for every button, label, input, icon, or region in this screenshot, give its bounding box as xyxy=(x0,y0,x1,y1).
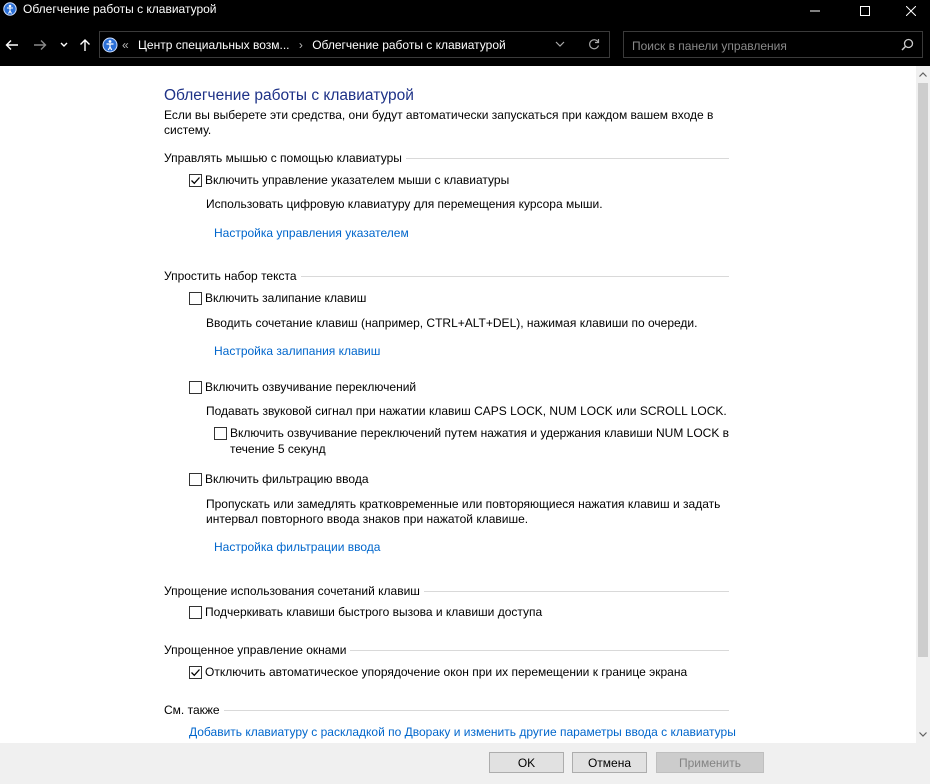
scroll-up-button[interactable] xyxy=(916,66,930,83)
section-header-see-also: См. также xyxy=(164,703,729,717)
breadcrumb-overflow-icon[interactable]: « xyxy=(122,38,129,52)
section-header-typing: Упростить набор текста xyxy=(164,269,729,283)
mouse-keys-settings-link[interactable]: Настройка управления указателем xyxy=(214,226,409,240)
vertical-scrollbar[interactable] xyxy=(916,66,930,743)
prevent-window-arrange-checkbox[interactable] xyxy=(189,666,202,679)
search-icon[interactable] xyxy=(901,38,914,54)
toggle-keys-numlock-checkbox[interactable] xyxy=(214,427,227,440)
search-input[interactable] xyxy=(630,36,894,55)
minimize-button[interactable] xyxy=(792,0,838,22)
address-bar[interactable]: « Центр специальных возм... › Облегчение… xyxy=(99,31,610,58)
scroll-down-button[interactable] xyxy=(916,726,930,743)
toggle-keys-numlock-label[interactable]: течение 5 секунд xyxy=(230,442,326,456)
mouse-keys-checkbox[interactable] xyxy=(189,174,202,187)
ok-button[interactable]: OK xyxy=(489,752,564,773)
address-dropdown-button[interactable] xyxy=(548,32,572,56)
filter-keys-checkbox[interactable] xyxy=(189,473,202,486)
control-panel-icon xyxy=(102,37,118,53)
page-title: Облегчение работы с клавиатурой xyxy=(164,87,414,104)
filter-keys-description: интервал повторного ввода знаков при наж… xyxy=(206,512,529,526)
underline-shortcuts-label[interactable]: Подчеркивать клавиши быстрого вызова и к… xyxy=(205,605,542,619)
mouse-keys-description: Использовать цифровую клавиатуру для пер… xyxy=(206,197,603,211)
filter-keys-description: Пропускать или замедлять кратковременные… xyxy=(206,497,721,511)
section-header-window-management: Упрощенное управление окнами xyxy=(164,643,729,657)
scroll-thumb[interactable] xyxy=(918,83,928,657)
intro-text: систему. xyxy=(164,123,212,137)
toggle-keys-description: Подавать звуковой сигнал при нажатии кла… xyxy=(206,404,727,418)
breadcrumb-item[interactable]: Центр специальных возм... xyxy=(138,38,289,52)
up-button[interactable] xyxy=(74,31,96,59)
dvorak-keyboard-link[interactable]: Добавить клавиатуру с раскладкой по Двор… xyxy=(189,725,736,739)
title-bar: Облегчение работы с клавиатурой xyxy=(0,0,930,31)
toggle-keys-label[interactable]: Включить озвучивание переключений xyxy=(205,380,416,394)
close-button[interactable] xyxy=(888,0,930,22)
toggle-keys-checkbox[interactable] xyxy=(189,381,202,394)
breadcrumb: « Центр специальных возм... › Облегчение… xyxy=(122,38,512,52)
breadcrumb-item-current[interactable]: Облегчение работы с клавиатурой xyxy=(312,38,506,52)
search-box[interactable] xyxy=(623,31,923,58)
intro-text: Если вы выберете эти средства, они будут… xyxy=(164,108,714,122)
recent-locations-button[interactable] xyxy=(56,31,72,59)
cancel-button[interactable]: Отмена xyxy=(572,752,647,773)
underline-shortcuts-checkbox[interactable] xyxy=(189,606,202,619)
sticky-keys-checkbox[interactable] xyxy=(189,292,202,305)
toggle-keys-numlock-label[interactable]: Включить озвучивание переключений путем … xyxy=(230,426,729,440)
window-title: Облегчение работы с клавиатурой xyxy=(23,2,217,16)
mouse-keys-label[interactable]: Включить управление указателем мыши с кл… xyxy=(205,173,509,187)
ease-of-access-icon xyxy=(3,2,17,16)
sticky-keys-description: Вводить сочетание клавиш (например, CTRL… xyxy=(206,316,698,330)
refresh-button[interactable] xyxy=(582,32,606,56)
dialog-button-bar: OK Отмена Применить xyxy=(0,743,930,784)
content-pane: Облегчение работы с клавиатурой Если вы … xyxy=(0,66,916,743)
section-header-shortcuts: Упрощение использования сочетаний клавиш xyxy=(164,584,729,598)
filter-keys-settings-link[interactable]: Настройка фильтрации ввода xyxy=(214,540,380,554)
filter-keys-label[interactable]: Включить фильтрацию ввода xyxy=(205,472,369,486)
apply-button[interactable]: Применить xyxy=(656,752,764,773)
forward-button[interactable] xyxy=(28,31,52,59)
section-header-mouse-keys: Управлять мышью с помощью клавиатуры xyxy=(164,151,729,165)
breadcrumb-separator-icon[interactable]: › xyxy=(299,38,303,52)
back-button[interactable] xyxy=(0,31,24,59)
prevent-window-arrange-label[interactable]: Отключить автоматическое упорядочение ок… xyxy=(205,665,687,679)
sticky-keys-label[interactable]: Включить залипание клавиш xyxy=(205,291,366,305)
sticky-keys-settings-link[interactable]: Настройка залипания клавиш xyxy=(214,344,380,358)
maximize-button[interactable] xyxy=(842,0,888,22)
